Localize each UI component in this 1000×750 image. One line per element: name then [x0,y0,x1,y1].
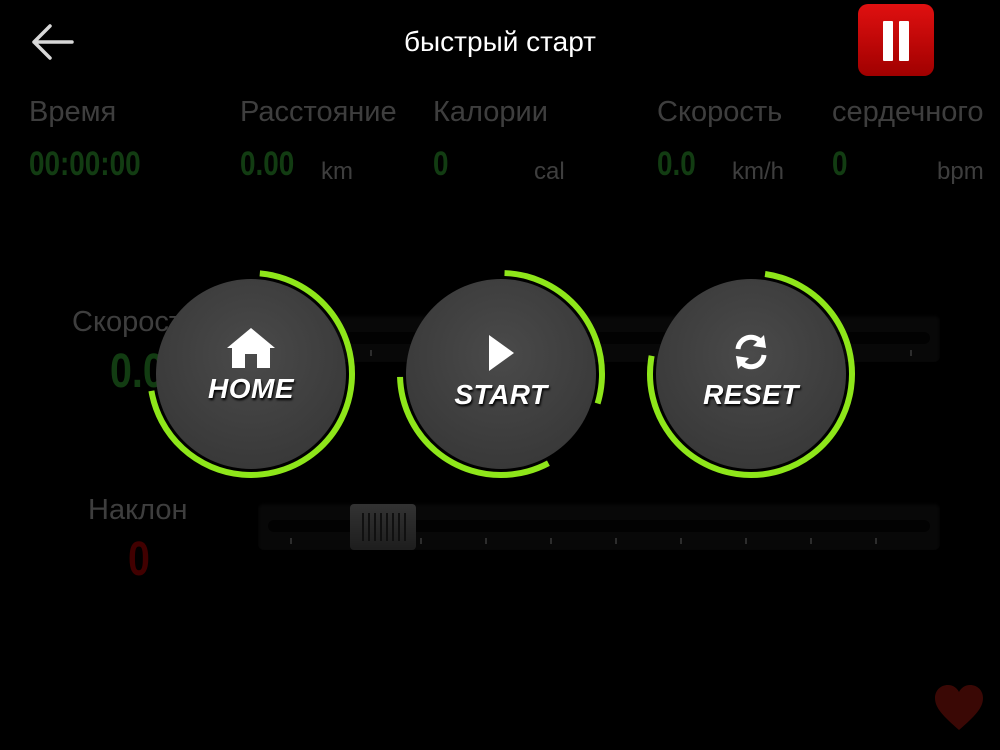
reset-button[interactable]: RESET [646,269,856,479]
refresh-icon [735,334,767,370]
incline-slider[interactable] [258,502,940,550]
speed-stat-value: 0.0 [657,145,696,183]
speed-stat-label: Скорость [657,96,783,128]
home-button-label: HOME [208,373,294,404]
incline-label: Наклон [88,494,188,526]
quick-start-screen: быстрый старт Время 00:00:00 Расстояние … [0,0,1000,750]
incline-slider-thumb[interactable] [350,504,416,550]
distance-label: Расстояние [240,96,397,128]
distance-unit: km [321,158,353,185]
calories-label: Калории [433,96,548,128]
reset-button-label: RESET [703,379,799,410]
start-button-label: START [454,379,548,410]
pause-button[interactable] [858,4,934,76]
heart-rate-value: 0 [832,145,848,183]
time-value: 00:00:00 [29,145,141,183]
page-title: быстрый старт [404,26,596,57]
calories-unit: cal [534,158,565,185]
heart-rate-unit: bpm [937,158,984,185]
home-button[interactable]: HOME [146,269,356,479]
calories-value: 0 [433,145,449,183]
time-label: Время [29,96,117,128]
distance-value: 0.00 [240,145,295,183]
home-icon [227,328,275,368]
pause-icon [883,21,893,61]
start-button[interactable]: START [396,269,606,479]
heart-rate-label: сердечного [832,96,984,128]
play-icon [489,335,514,371]
heart-icon [935,685,983,730]
incline-value: 0 [128,533,150,586]
speed-stat-unit: km/h [732,158,785,185]
